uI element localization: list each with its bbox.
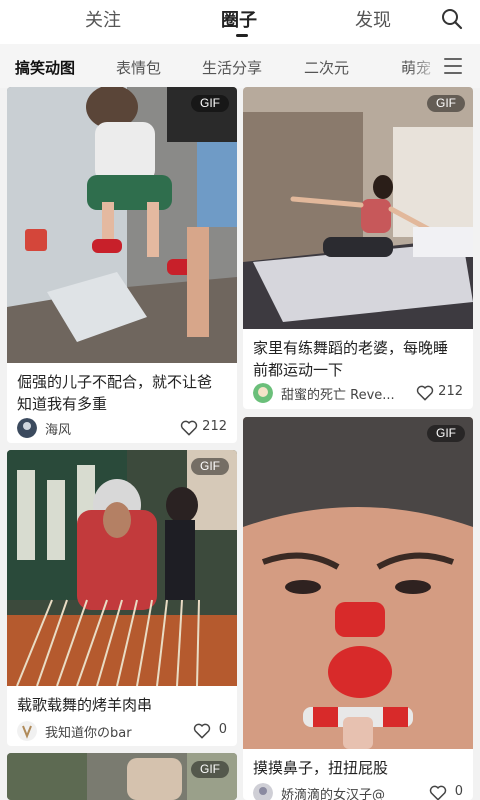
tab-follow[interactable]: 关注 xyxy=(85,6,121,32)
category-life-share[interactable]: 生活分享 xyxy=(202,57,262,78)
heart-icon[interactable] xyxy=(415,383,435,403)
heart-icon[interactable] xyxy=(192,721,212,741)
avatar[interactable] xyxy=(253,783,273,800)
heart-icon[interactable] xyxy=(428,783,448,800)
post-thumbnail[interactable]: GIF xyxy=(243,417,473,749)
like-count: 0 xyxy=(218,722,227,737)
post-thumbnail[interactable]: GIF xyxy=(7,87,237,363)
post-card[interactable]: GIF 家里有练舞蹈的老婆，每晚睡 前都运动一下 甜蜜的死亡 Reve... 2… xyxy=(243,87,473,409)
gif-badge: GIF xyxy=(427,425,465,442)
post-card[interactable]: GIF 载歌载舞的烤羊肉串 我知道你のbar 0 xyxy=(7,450,237,746)
heart-icon[interactable] xyxy=(179,418,199,438)
post-card[interactable]: GIF 倔强的儿子不配合，就不让爸 知道我有多重 海风 212 xyxy=(7,87,237,443)
category-funny-gif[interactable]: 搞笑动图 xyxy=(15,57,75,78)
author-name[interactable]: 甜蜜的死亡 Reve... xyxy=(281,384,406,403)
avatar[interactable] xyxy=(253,383,273,403)
post-title[interactable]: 摸摸鼻子，扭扭屁股 xyxy=(253,757,388,779)
author-name[interactable]: 我知道你のbar xyxy=(45,722,132,741)
like-count: 212 xyxy=(202,419,227,434)
author-name[interactable]: 娇滴滴的女汉子@ xyxy=(281,784,385,800)
post-card[interactable]: GIF xyxy=(7,753,237,800)
avatar[interactable] xyxy=(17,418,37,438)
post-title[interactable]: 家里有练舞蹈的老婆，每晚睡 前都运动一下 xyxy=(253,337,448,381)
gif-badge: GIF xyxy=(191,458,229,475)
post-thumbnail[interactable]: GIF xyxy=(7,753,237,800)
post-title[interactable]: 倔强的儿子不配合，就不让爸 知道我有多重 xyxy=(17,371,212,415)
top-nav: 关注 圈子 发现 xyxy=(0,0,480,44)
post-meta: 娇滴滴的女汉子@ 0 xyxy=(253,782,463,800)
post-card[interactable]: GIF 摸摸鼻子，扭扭屁股 娇滴滴的女汉子@ 0 xyxy=(243,417,473,800)
gif-badge: GIF xyxy=(191,95,229,112)
category-bar: 搞笑动图 表情包 生活分享 二次元 萌宠 xyxy=(0,44,480,88)
post-meta: 甜蜜的死亡 Reve... 212 xyxy=(253,382,463,404)
gif-badge: GIF xyxy=(427,95,465,112)
post-meta: 我知道你のbar 0 xyxy=(17,720,227,742)
post-thumbnail[interactable]: GIF xyxy=(243,87,473,329)
like-count: 0 xyxy=(454,784,463,799)
post-thumbnail[interactable]: GIF xyxy=(7,450,237,686)
gif-badge: GIF xyxy=(191,761,229,778)
post-meta: 海风 212 xyxy=(17,417,227,439)
tab-discover[interactable]: 发现 xyxy=(355,6,391,32)
author-name[interactable]: 海风 xyxy=(45,419,71,438)
menu-icon[interactable] xyxy=(444,58,462,74)
avatar[interactable] xyxy=(17,721,37,741)
like-count: 212 xyxy=(438,384,463,399)
active-tab-indicator xyxy=(236,34,248,37)
post-title[interactable]: 载歌载舞的烤羊肉串 xyxy=(17,694,152,716)
tab-circle[interactable]: 圈子 xyxy=(221,6,257,32)
category-stickers[interactable]: 表情包 xyxy=(116,57,161,78)
category-anime[interactable]: 二次元 xyxy=(304,57,349,78)
search-icon[interactable] xyxy=(440,7,464,31)
